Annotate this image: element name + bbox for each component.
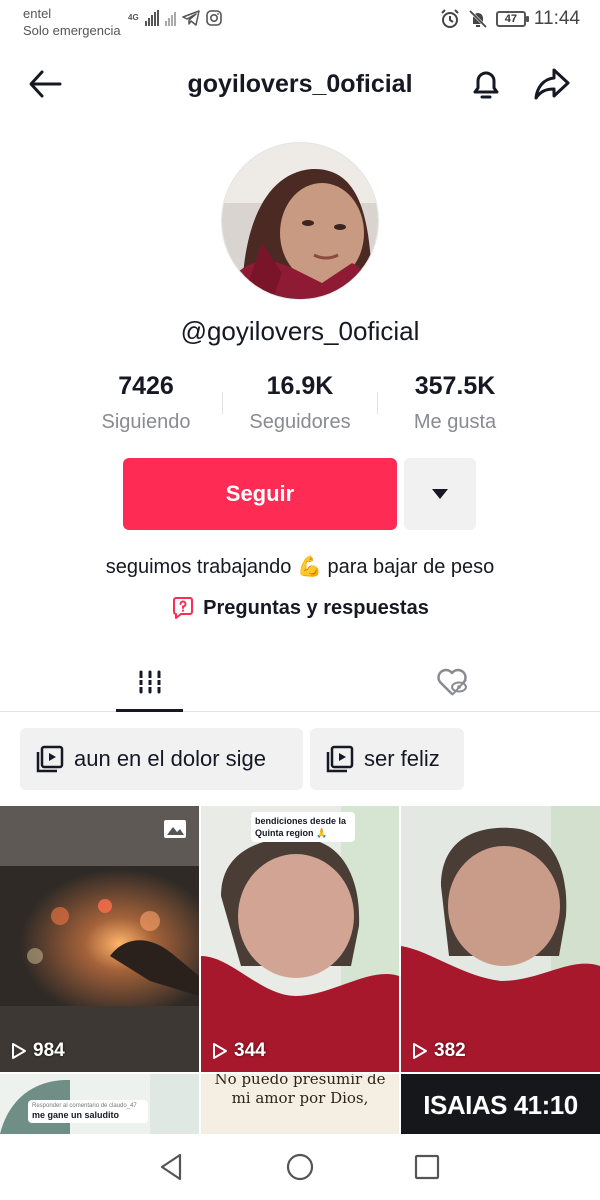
video-thumbnail[interactable]: Responder al comentario de claudo_47 me … bbox=[0, 1074, 199, 1134]
signal-icon bbox=[144, 10, 159, 26]
stat-followers-label: Seguidores bbox=[249, 411, 351, 433]
video-caption: me gane un saludito bbox=[32, 1110, 120, 1120]
profile-handle: @goyilovers_0oficial bbox=[180, 316, 420, 346]
playlist-label: aun en el dolor sige bbox=[74, 746, 267, 771]
nav-back-icon[interactable] bbox=[154, 1150, 188, 1184]
playlist-icon bbox=[326, 745, 354, 773]
avatar-photo bbox=[222, 143, 378, 299]
status-bar: entel Solo emergencia 4G 47 11:44 bbox=[0, 0, 600, 42]
video-thumbnail-image bbox=[0, 806, 199, 1072]
tab-videos[interactable] bbox=[116, 652, 183, 712]
carrier-info: entel Solo emergencia bbox=[23, 5, 121, 39]
nav-home-icon[interactable] bbox=[283, 1150, 317, 1184]
battery-icon: 47 bbox=[495, 11, 529, 27]
stat-divider bbox=[377, 392, 378, 414]
tab-liked[interactable] bbox=[418, 652, 485, 712]
play-outline-icon bbox=[413, 1043, 427, 1059]
video-thumbnail[interactable]: 984 bbox=[0, 806, 199, 1072]
bell-icon[interactable] bbox=[466, 64, 506, 104]
bio-text-start: seguimos trabajando bbox=[105, 556, 292, 578]
video-reply-label: Responder al comentario de claudo_47 bbox=[32, 1103, 137, 1109]
view-count: 984 bbox=[10, 1040, 65, 1062]
telegram-icon bbox=[181, 10, 200, 26]
alarm-icon bbox=[441, 9, 459, 28]
nav-recents-icon[interactable] bbox=[410, 1150, 444, 1184]
page-title: goyilovers_0oficial bbox=[187, 70, 413, 98]
suggested-accounts-button[interactable] bbox=[404, 458, 476, 530]
active-tab-indicator bbox=[116, 709, 183, 712]
video-thumbnail[interactable]: ISAIAS 41:10 bbox=[401, 1074, 600, 1134]
view-count: 382 bbox=[411, 1040, 466, 1062]
stat-divider bbox=[222, 392, 223, 414]
playlist-chip[interactable]: ser feliz bbox=[310, 728, 464, 790]
avatar[interactable] bbox=[221, 142, 379, 300]
video-thumbnail-image bbox=[401, 806, 600, 1072]
profile-tabs bbox=[0, 652, 600, 712]
stat-likes-value: 357.5K bbox=[414, 372, 496, 400]
system-navigation-bar bbox=[0, 1134, 600, 1200]
stat-following-value: 7426 bbox=[118, 372, 174, 400]
stat-followers[interactable]: 16.9K Seguidores bbox=[230, 372, 370, 434]
hidden-heart-icon bbox=[436, 668, 467, 696]
caret-down-icon bbox=[432, 489, 448, 499]
view-count-value: 984 bbox=[33, 1040, 65, 1061]
status-icons-left: 4G bbox=[128, 10, 222, 26]
share-icon[interactable] bbox=[532, 64, 572, 104]
playlist-icon bbox=[36, 745, 64, 773]
question-icon bbox=[173, 597, 194, 619]
top-nav: goyilovers_0oficial bbox=[0, 56, 600, 112]
video-thumbnail-image bbox=[201, 806, 399, 1072]
qa-link[interactable]: Preguntas y respuestas bbox=[0, 596, 600, 620]
qa-label: Preguntas y respuestas bbox=[203, 596, 429, 619]
playlist-chip[interactable]: aun en el dolor sige bbox=[20, 728, 303, 790]
grid-icon bbox=[137, 670, 162, 694]
view-count-value: 382 bbox=[434, 1040, 466, 1061]
bio: seguimos trabajando 💪 para bajar de peso bbox=[0, 554, 600, 579]
view-count: 344 bbox=[211, 1040, 266, 1062]
status-icons-right: 47 11:44 bbox=[440, 8, 580, 30]
video-thumbnail[interactable]: 382 bbox=[401, 806, 600, 1072]
playlist-label: ser feliz bbox=[364, 746, 440, 771]
video-caption-sticker: Responder al comentario de claudo_47 me … bbox=[28, 1100, 148, 1123]
signal-no-sim-icon bbox=[164, 10, 176, 26]
follow-button[interactable]: Seguir bbox=[123, 458, 397, 530]
bio-text-end: para bajar de peso bbox=[327, 556, 495, 578]
mute-bell-icon bbox=[468, 9, 487, 29]
stat-following-label: Siguiendo bbox=[101, 411, 191, 433]
play-outline-icon bbox=[12, 1043, 26, 1059]
video-thumbnail[interactable]: No puedo presumir de mi amor por Dios, bbox=[201, 1074, 399, 1134]
video-thumbnail[interactable]: bendiciones desde la Quinta region 🙏 344 bbox=[201, 806, 399, 1072]
stat-followers-value: 16.9K bbox=[266, 372, 334, 400]
clock: 11:44 bbox=[533, 8, 580, 29]
video-caption-sticker: bendiciones desde la Quinta region 🙏 bbox=[251, 812, 355, 842]
stat-likes[interactable]: 357.5K Me gusta bbox=[385, 372, 525, 434]
bio-emoji: 💪 bbox=[296, 556, 322, 578]
network-type: 4G bbox=[128, 13, 139, 22]
carrier-name: entel bbox=[23, 6, 52, 21]
stat-likes-label: Me gusta bbox=[413, 411, 497, 433]
video-caption: No puedo presumir de mi amor por Dios, bbox=[214, 1074, 386, 1107]
video-caption: ISAIAS 41:10 bbox=[423, 1090, 578, 1120]
instagram-icon bbox=[205, 10, 222, 26]
play-outline-icon bbox=[213, 1043, 227, 1059]
view-count-value: 344 bbox=[234, 1040, 266, 1061]
carrier-status: Solo emergencia bbox=[23, 23, 121, 38]
stat-following[interactable]: 7426 Siguiendo bbox=[76, 372, 216, 434]
